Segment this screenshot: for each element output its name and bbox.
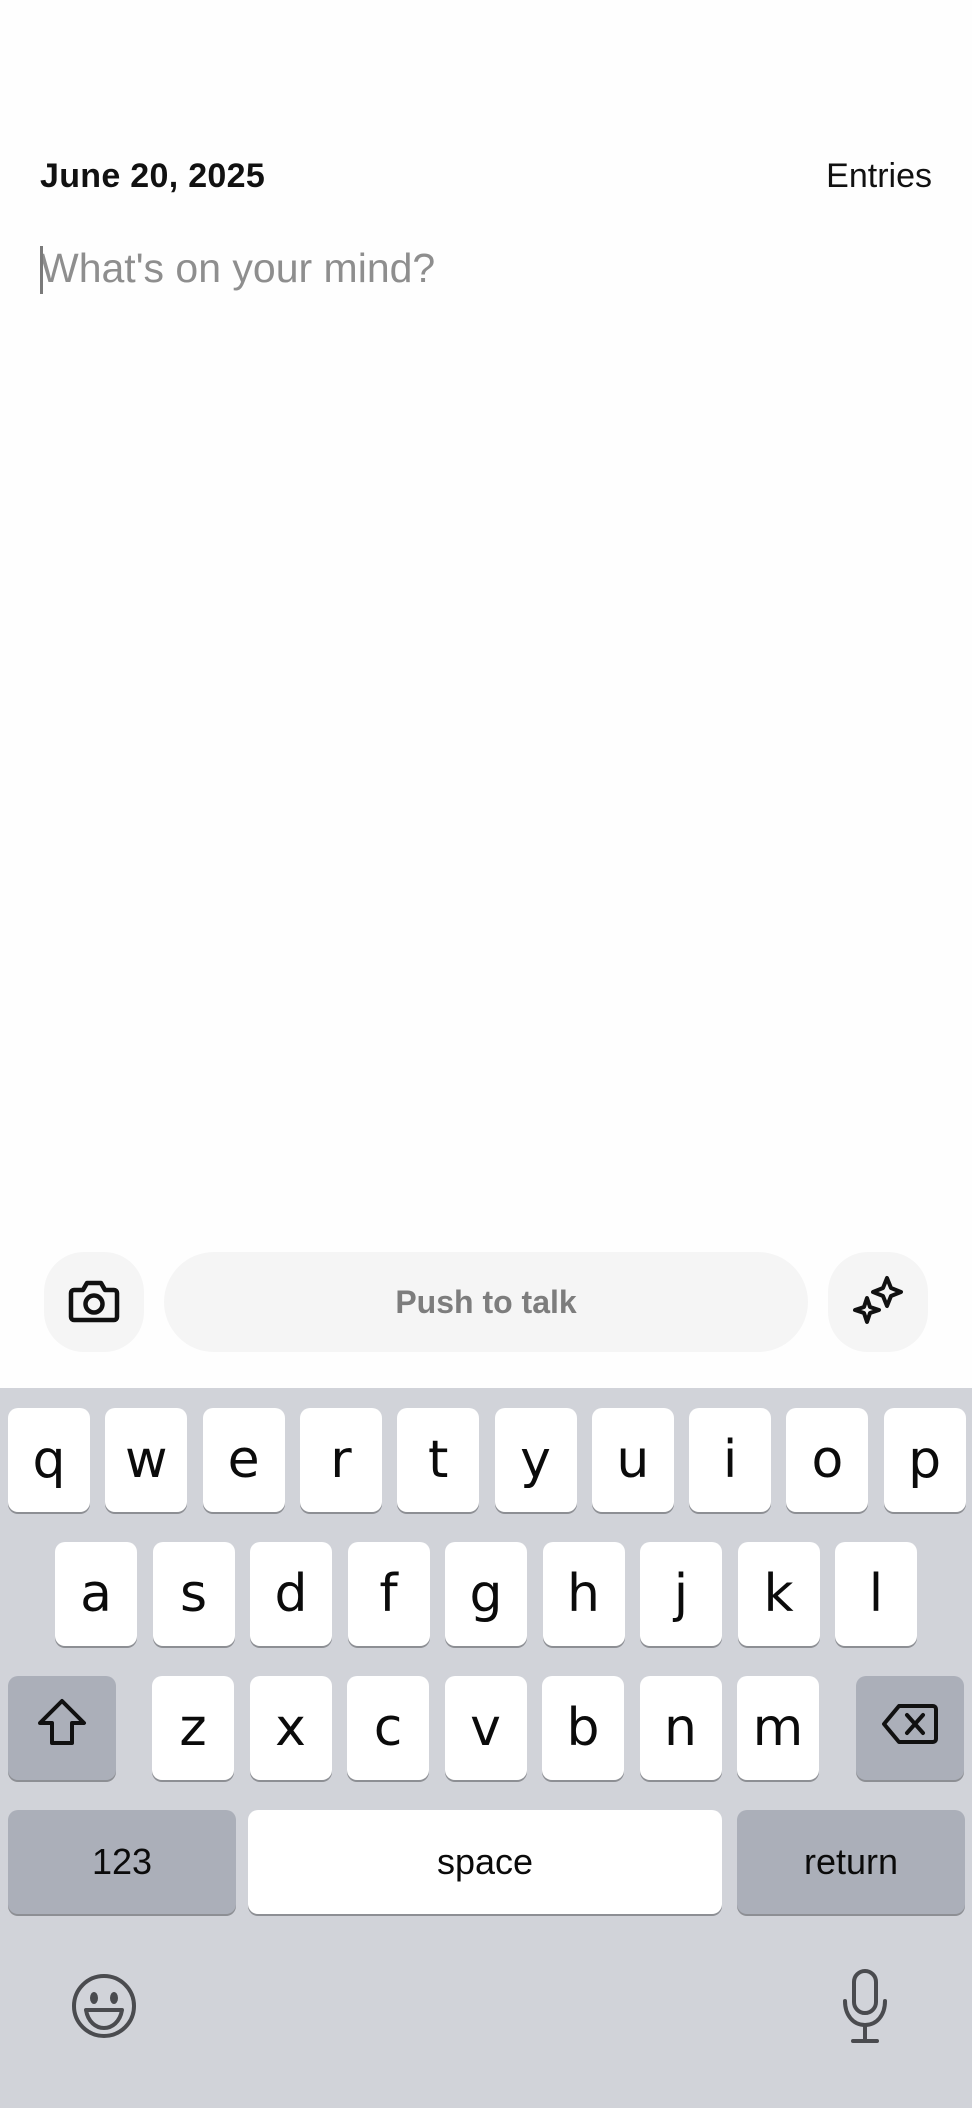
space-key[interactable]: space [248, 1810, 722, 1914]
key-e[interactable]: e [202, 1408, 285, 1512]
entry-date: June 20, 2025 [40, 156, 266, 195]
numbers-key[interactable]: 123 [8, 1810, 236, 1914]
key-s[interactable]: s [152, 1542, 235, 1646]
camera-button[interactable] [44, 1252, 144, 1352]
key-h[interactable]: h [542, 1542, 625, 1646]
key-x[interactable]: x [249, 1676, 332, 1780]
input-toolbar: Push to talk [44, 1252, 928, 1352]
key-t[interactable]: t [397, 1408, 480, 1512]
shift-key[interactable] [8, 1676, 116, 1780]
key-f[interactable]: f [347, 1542, 430, 1646]
key-l[interactable]: l [835, 1542, 917, 1646]
key-m[interactable]: m [737, 1676, 819, 1780]
key-y[interactable]: y [494, 1408, 577, 1512]
key-i[interactable]: i [689, 1408, 772, 1512]
key-q[interactable]: q [8, 1408, 90, 1512]
ai-sparkle-button[interactable] [828, 1252, 928, 1352]
backspace-icon [881, 1698, 939, 1758]
key-u[interactable]: u [591, 1408, 674, 1512]
key-k[interactable]: k [737, 1542, 820, 1646]
key-b[interactable]: b [542, 1676, 624, 1780]
text-caret [40, 246, 43, 294]
key-v[interactable]: v [444, 1676, 527, 1780]
push-to-talk-button[interactable]: Push to talk [164, 1252, 808, 1352]
backspace-key[interactable] [856, 1676, 964, 1780]
journal-editor[interactable] [38, 238, 934, 298]
key-d[interactable]: d [250, 1542, 332, 1646]
key-r[interactable]: r [299, 1408, 382, 1512]
header: June 20, 2025 Entries [40, 152, 932, 200]
dictation-button[interactable] [830, 1966, 900, 2052]
emoji-button[interactable] [68, 1972, 140, 2044]
key-p[interactable]: p [883, 1408, 966, 1512]
emoji-icon [70, 1972, 138, 2045]
software-keyboard: qwertyuiop asdfghjkl zxcvbnm 123 space r… [0, 1388, 972, 2108]
key-c[interactable]: c [347, 1676, 429, 1780]
entries-button[interactable]: Entries [826, 157, 932, 196]
return-key[interactable]: return [737, 1810, 965, 1914]
key-a[interactable]: a [55, 1542, 137, 1646]
journal-screen: June 20, 2025 Entries Push to talk [0, 0, 972, 2108]
microphone-icon [839, 1967, 891, 2052]
key-w[interactable]: w [105, 1408, 188, 1512]
key-j[interactable]: j [640, 1542, 722, 1646]
key-o[interactable]: o [786, 1408, 869, 1512]
key-g[interactable]: g [445, 1542, 527, 1646]
key-z[interactable]: z [152, 1676, 234, 1780]
camera-icon [68, 1278, 120, 1327]
journal-text-input[interactable] [38, 238, 934, 298]
shift-icon [36, 1697, 88, 1760]
sparkle-icon [851, 1274, 905, 1331]
key-n[interactable]: n [639, 1676, 722, 1780]
